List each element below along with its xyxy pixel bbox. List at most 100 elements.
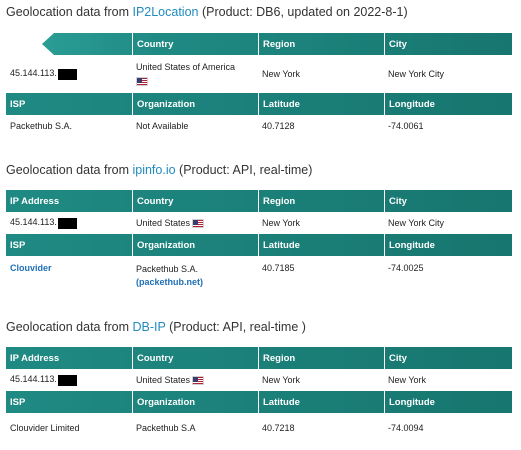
title-suffix: (Product: API, real-time): [175, 163, 313, 177]
table-header-row: ISP Organization Latitude Longitude: [6, 391, 512, 413]
cell-country: United States: [132, 212, 258, 234]
header-city: City: [384, 347, 512, 369]
header-region: Region: [258, 190, 384, 212]
ip-value: 45.144.113.: [10, 217, 57, 228]
organization-value: Not Available: [136, 121, 189, 131]
isp-link-clouvider[interactable]: Clouvider: [10, 263, 132, 273]
us-flag-icon: [136, 76, 148, 86]
region-value: New York: [262, 218, 301, 228]
title-prefix: Geolocation data from: [6, 5, 133, 19]
cell-isp: Clouvider: [6, 256, 132, 294]
header-isp: ISP: [10, 239, 26, 251]
isp-value: Clouvider Limited: [10, 423, 80, 433]
table-row: 45.144.113. United States New York New Y…: [6, 369, 512, 391]
redaction-box: [57, 217, 77, 229]
header-ip-address: IP Address: [10, 352, 60, 364]
header-organization: Organization: [132, 234, 258, 256]
header-country: Country: [132, 190, 258, 212]
city-value: New York City: [388, 69, 445, 79]
redaction-box: [57, 68, 77, 80]
provider-link-ip2location[interactable]: IP2Location: [132, 5, 198, 19]
cell-organization: Not Available: [132, 115, 258, 137]
country-value: United States: [136, 217, 191, 228]
section-title-dbip: Geolocation data from DB-IP (Product: AP…: [6, 320, 306, 334]
section-title-ipinfo: Geolocation data from ipinfo.io (Product…: [6, 163, 312, 177]
cell-ip: 45.144.113.: [6, 55, 132, 93]
table-row: Packethub S.A. Not Available 40.7128 -74…: [6, 115, 512, 137]
ipinfo-table: IP Address Country Region City 45.144.11…: [6, 190, 512, 294]
city-value: New York City: [388, 218, 445, 228]
organization-value: Packethub S.A: [136, 423, 196, 433]
cell-longitude: -74.0061: [384, 115, 512, 137]
cell-region: New York: [258, 369, 384, 391]
cell-latitude: 40.7218: [258, 413, 384, 443]
cell-country: United States: [132, 369, 258, 391]
header-longitude: Longitude: [384, 93, 512, 115]
table-header-row: IP Address Country Region City: [6, 190, 512, 212]
longitude-value: -74.0061: [388, 121, 424, 131]
organization-value: Packethub S.A.: [136, 263, 199, 274]
us-flag-icon: [192, 219, 205, 229]
header-region: Region: [258, 347, 384, 369]
table-row: Clouvider Packethub S.A. (packethub.net)…: [6, 256, 512, 294]
cell-isp: Packethub S.A.: [6, 115, 132, 137]
cell-region: New York: [258, 55, 384, 93]
section-title-ip2location: Geolocation data from IP2Location (Produ…: [6, 5, 408, 19]
provider-link-ipinfo[interactable]: ipinfo.io: [132, 163, 175, 177]
country-value: United States of America: [136, 62, 236, 73]
longitude-value: -74.0025: [388, 263, 424, 273]
cell-city: New York City: [384, 55, 512, 93]
header-latitude: Latitude: [258, 391, 384, 413]
header-ip-address: IP Address: [10, 195, 60, 207]
region-value: New York: [262, 69, 301, 79]
header-organization: Organization: [132, 93, 258, 115]
table-header-row: ISP Organization Latitude Longitude: [6, 93, 512, 115]
table-header-row: IP Address Country Region City: [6, 347, 512, 369]
region-value: New York: [262, 375, 301, 385]
ip-value: 45.144.113.: [10, 374, 57, 385]
cell-region: New York: [258, 212, 384, 234]
table-header-row: Country Region City: [6, 33, 512, 55]
cell-ip: 45.144.113.: [6, 369, 132, 391]
longitude-value: -74.0094: [388, 423, 424, 433]
city-value: New York: [388, 375, 427, 385]
cell-isp: Clouvider Limited: [6, 413, 132, 443]
table-row: 45.144.113. United States of America New…: [6, 55, 512, 93]
title-prefix: Geolocation data from: [6, 320, 133, 334]
ip2location-table: Country Region City 45.144.113. United S…: [6, 33, 512, 137]
header-city: City: [384, 190, 512, 212]
latitude-value: 40.7218: [262, 423, 295, 433]
cell-latitude: 40.7128: [258, 115, 384, 137]
title-suffix: (Product: API, real-time ): [165, 320, 306, 334]
redaction-box: [57, 374, 77, 386]
header-isp: ISP: [10, 98, 26, 110]
isp-value: Packethub S.A.: [10, 121, 73, 131]
header-latitude: Latitude: [258, 234, 384, 256]
cell-organization: Packethub S.A. (packethub.net): [132, 256, 258, 294]
provider-link-dbip[interactable]: DB-IP: [132, 320, 165, 334]
country-value: United States: [136, 374, 191, 385]
header-country: Country: [132, 347, 258, 369]
table-header-row: ISP Organization Latitude Longitude: [6, 234, 512, 256]
cell-latitude: 40.7185: [258, 256, 384, 294]
ip-value: 45.144.113.: [10, 68, 57, 79]
cell-ip: 45.144.113.: [6, 212, 132, 234]
organization-domain-link[interactable]: (packethub.net): [136, 277, 258, 287]
title-prefix: Geolocation data from: [6, 163, 133, 177]
header-country: Country: [132, 33, 258, 55]
header-blank: [6, 33, 132, 55]
table-row: Clouvider Limited Packethub S.A 40.7218 …: [6, 413, 512, 443]
cell-city: New York City: [384, 212, 512, 234]
cell-organization: Packethub S.A: [132, 413, 258, 443]
cell-longitude: -74.0025: [384, 256, 512, 294]
header-region: Region: [258, 33, 384, 55]
latitude-value: 40.7185: [262, 263, 295, 273]
header-organization: Organization: [132, 391, 258, 413]
header-longitude: Longitude: [384, 391, 512, 413]
header-longitude: Longitude: [384, 234, 512, 256]
cell-city: New York: [384, 369, 512, 391]
latitude-value: 40.7128: [262, 121, 295, 131]
cell-longitude: -74.0094: [384, 413, 512, 443]
us-flag-icon: [192, 376, 205, 386]
header-city: City: [384, 33, 512, 55]
